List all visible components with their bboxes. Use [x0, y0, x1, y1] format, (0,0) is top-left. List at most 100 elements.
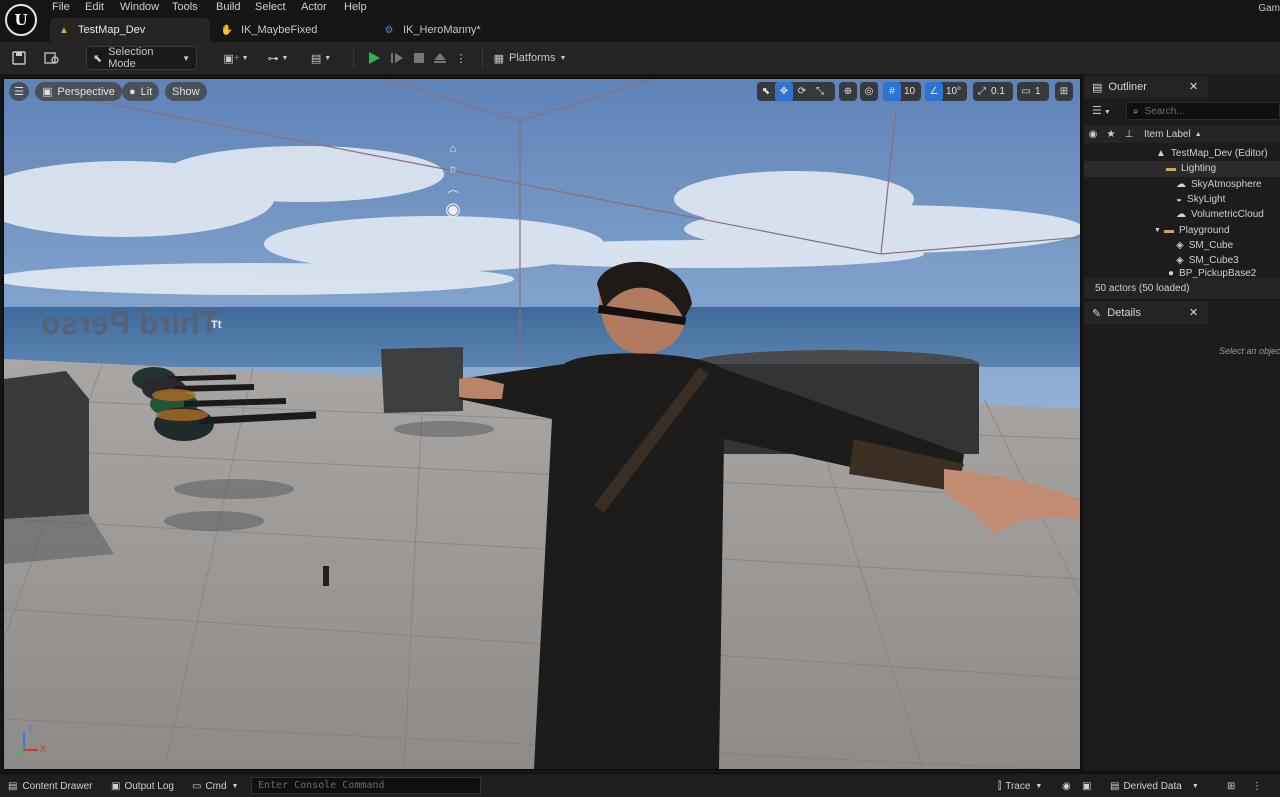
star-icon[interactable]: ★ — [1102, 129, 1120, 140]
close-icon[interactable]: ✕ — [1189, 306, 1198, 319]
tree-row-playground[interactable]: ▼ ▬ Playground — [1084, 222, 1280, 237]
viewport-layout-button[interactable]: ⊞ — [1055, 82, 1073, 101]
trace-label: Trace — [1005, 780, 1031, 792]
tree-row-sm-cube[interactable]: ◈ SM_Cube — [1084, 238, 1280, 253]
lighting-actor-icons[interactable]: ⌂ ☼ ︵ ◉ — [444, 139, 462, 229]
coordinate-system-toggle[interactable]: ⊕ — [839, 82, 857, 101]
browse-level-icon[interactable] — [40, 46, 64, 70]
status-kebab-icon[interactable]: ⋮ — [1252, 778, 1262, 794]
selection-mode-dropdown[interactable]: ⬉ Selection Mode ▼ — [86, 46, 197, 70]
toolbar-divider — [353, 48, 354, 68]
derived-data-dropdown[interactable]: ▤ Derived Data ▼ — [1110, 778, 1199, 794]
text-actor-badge[interactable]: Tt — [211, 319, 221, 331]
move-icon[interactable]: ✥ — [775, 82, 793, 101]
tree-row-label: SkyAtmosphere — [1191, 178, 1262, 190]
viewport-scene: Third Perso — [4, 79, 1080, 769]
camera-speed-button[interactable]: ▭ 1 — [1017, 82, 1049, 101]
close-icon[interactable]: ✕ — [1189, 80, 1198, 93]
layout-grid-icon: ⊞ — [1059, 86, 1069, 97]
content-drawer-button[interactable]: ▤ Content Drawer — [8, 778, 92, 794]
arc-icon: ︵ — [447, 183, 459, 195]
menu-select[interactable]: Select — [255, 1, 286, 13]
tree-row-bp-pickupbase2[interactable]: ● BP_PickupBase2 — [1084, 268, 1280, 278]
output-log-button[interactable]: ▣ Output Log — [111, 778, 174, 794]
source-control-icon[interactable]: ⊞ — [1227, 778, 1235, 794]
pin-icon[interactable]: ⊥ — [1120, 129, 1138, 140]
outliner-title: Outliner — [1108, 81, 1147, 93]
tree-row-volumetriccloud[interactable]: ☁ VolumetricCloud — [1084, 207, 1280, 222]
screenshot-icon[interactable]: ▣ — [1082, 778, 1091, 794]
advance-frame-icon[interactable] — [387, 46, 407, 70]
level-viewport[interactable]: Third Perso Tt ⌂ ☼ ︵ ◉ ☰ ▣ Perspective ●… — [3, 78, 1081, 770]
rotation-snap-toggle[interactable]: ∠ 10° — [925, 82, 967, 101]
menu-bar: U File Edit Window Tools Build Select Ac… — [0, 0, 1280, 36]
tab-ik-heromanny[interactable]: ⚙ IK_HeroManny* — [375, 18, 525, 42]
scale-icon[interactable]: ⤡ — [811, 82, 829, 101]
chevron-down-icon: ▼ — [182, 53, 190, 63]
clapperboard-icon: ▤ — [310, 52, 322, 65]
content-drawer-label: Content Drawer — [22, 780, 93, 792]
tab-ik-maybefixed[interactable]: ✋ IK_MaybeFixed — [213, 18, 363, 42]
ik-rig-icon: ✋ — [220, 24, 234, 36]
show-flags-button[interactable]: Show — [165, 82, 207, 101]
save-icon[interactable] — [8, 46, 30, 70]
add-actor-button[interactable]: ▣ + ▼ — [220, 46, 252, 70]
stop-icon[interactable] — [409, 46, 429, 70]
viewport-options-menu[interactable]: ☰ — [9, 82, 29, 101]
sky-atmosphere-icon: ☁ — [1176, 178, 1186, 190]
item-label-column[interactable]: Item Label — [1144, 129, 1191, 140]
tree-row-lighting[interactable]: ▬ Lighting — [1084, 161, 1280, 177]
outliner-tree: ▲ TestMap_Dev (Editor) ▬ Lighting ☁ SkyA… — [1084, 146, 1280, 278]
console-command-input[interactable]: Enter Console Command — [251, 777, 481, 794]
cmd-label: Cmd — [205, 780, 227, 792]
scale-snap-toggle[interactable]: ⤢ 0.1 — [973, 82, 1013, 101]
grid-snap-value: 10 — [904, 86, 916, 97]
trace-dropdown[interactable]: ⫿ Trace ▼ — [998, 778, 1042, 794]
menu-help[interactable]: Help — [344, 1, 367, 13]
menu-tools[interactable]: Tools — [172, 1, 198, 13]
tree-row-skylight[interactable]: ◒ SkyLight — [1084, 192, 1280, 207]
tree-row-testmap-dev[interactable]: ▲ TestMap_Dev (Editor) — [1084, 146, 1280, 161]
blueprints-button[interactable]: ⊶ ▼ — [262, 46, 294, 70]
menu-actor[interactable]: Actor — [301, 1, 327, 13]
cloud-icon: ☁ — [1176, 209, 1186, 221]
tab-label: TestMap_Dev — [78, 24, 146, 36]
play-options-kebab-icon[interactable]: ⋮ — [454, 46, 468, 70]
grid-snap-toggle[interactable]: # 10 — [883, 82, 921, 101]
chevron-down-icon: ▼ — [559, 54, 567, 62]
tree-row-skyatmosphere[interactable]: ☁ SkyAtmosphere — [1084, 177, 1280, 192]
view-mode-lit-button[interactable]: ● Lit — [122, 82, 160, 101]
outliner-panel: ▤ Outliner ✕ ☰ ▼ ⌕ Search... ◉ ★ ⊥ Item L… — [1084, 74, 1280, 299]
surface-snapping-toggle[interactable]: ◎ — [860, 82, 878, 101]
outliner-icon: ▤ — [1092, 81, 1103, 94]
hamburger-icon: ☰ — [14, 86, 24, 98]
tree-row-sm-cube3[interactable]: ◈ SM_Cube3 — [1084, 253, 1280, 268]
chevron-down-icon: ▼ — [1154, 226, 1161, 234]
chevron-down-icon: ▼ — [241, 54, 249, 62]
platforms-dropdown[interactable]: ▦ Platforms ▼ — [490, 46, 570, 70]
sm-cube — [381, 347, 463, 413]
cinematics-button[interactable]: ▤ ▼ — [305, 46, 337, 70]
details-empty-hint: Select an object — [1219, 346, 1280, 356]
surface-snap-icon: ◎ — [864, 86, 874, 97]
tab-testmap-dev[interactable]: ▲ TestMap_Dev — [50, 18, 210, 42]
cmd-dropdown[interactable]: ▭ Cmd ▼ — [192, 778, 239, 794]
record-icon[interactable]: ◉ — [1062, 778, 1071, 794]
select-cursor-icon[interactable]: ⬉ — [757, 82, 775, 101]
scale-snap-icon: ⤢ — [978, 86, 986, 97]
visibility-eye-icon[interactable]: ◉ — [1084, 129, 1102, 140]
unreal-logo-icon[interactable]: U — [5, 4, 37, 36]
menu-build[interactable]: Build — [216, 1, 240, 13]
menu-file[interactable]: File — [52, 1, 70, 13]
perspective-button[interactable]: ▣ Perspective — [35, 82, 122, 101]
blueprint-icon: ⊶ — [267, 52, 279, 65]
grid-icon: # — [883, 82, 901, 101]
skylight-billboard-icon: ◉ — [445, 199, 461, 219]
outliner-search-input[interactable]: ⌕ Search... — [1126, 102, 1280, 120]
play-button[interactable] — [364, 46, 384, 70]
menu-edit[interactable]: Edit — [85, 1, 104, 13]
menu-window[interactable]: Window — [120, 1, 159, 13]
rotate-icon[interactable]: ⟳ — [793, 82, 811, 101]
eject-icon[interactable] — [430, 46, 450, 70]
filter-button[interactable]: ☰ ▼ — [1092, 104, 1111, 117]
